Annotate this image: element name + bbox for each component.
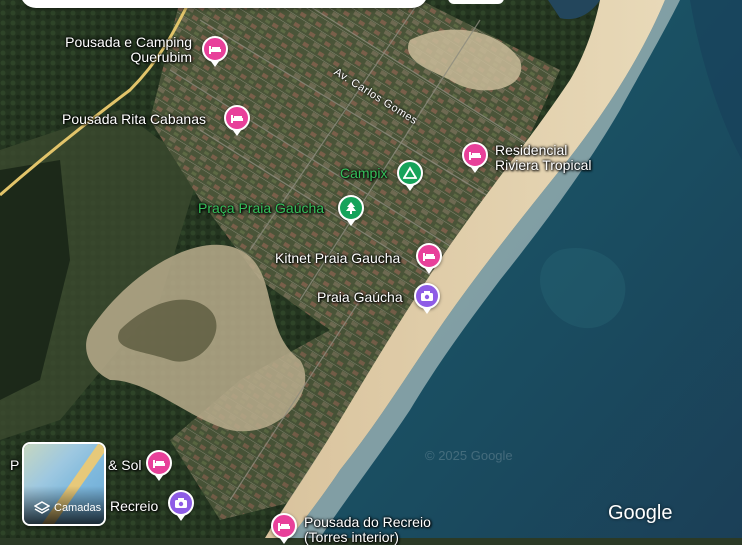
bed-icon xyxy=(469,152,481,160)
place-label-riviera-tropical[interactable]: Residencial Riviera Tropical xyxy=(495,143,591,173)
camera-icon xyxy=(175,498,187,508)
top-chip[interactable] xyxy=(448,0,504,4)
pin-pousada-recreio[interactable] xyxy=(271,513,297,544)
place-label-rita-cabanas[interactable]: Pousada Rita Cabanas xyxy=(62,112,206,127)
bed-icon xyxy=(423,253,435,261)
place-label-sol[interactable]: & Sol xyxy=(108,458,141,473)
pin-rita-cabanas[interactable] xyxy=(224,105,250,136)
layers-label: Camadas xyxy=(54,502,102,514)
layers-button[interactable]: Camadas xyxy=(22,442,106,526)
pin-praca-praia-gaucha[interactable] xyxy=(338,195,364,226)
pin-praia-gaucha[interactable] xyxy=(414,283,440,314)
bed-icon xyxy=(278,523,290,531)
map-watermark: © 2025 Google xyxy=(425,448,513,463)
place-label-recreio[interactable]: Recreio xyxy=(110,499,158,514)
pin-recreio[interactable] xyxy=(168,490,194,521)
pin-campix[interactable] xyxy=(397,160,423,191)
pin-kitnet[interactable] xyxy=(416,243,442,274)
tent-icon xyxy=(403,166,417,179)
camera-icon xyxy=(421,291,433,301)
bed-icon xyxy=(153,460,165,468)
bed-icon xyxy=(209,46,221,54)
bed-icon xyxy=(231,115,243,123)
pin-querubim[interactable] xyxy=(202,36,228,67)
place-label-pousada-recreio[interactable]: Pousada do Recreio (Torres interior) xyxy=(304,515,431,545)
place-label-partial-p[interactable]: P xyxy=(10,458,19,473)
place-label-praia-gaucha[interactable]: Praia Gaúcha xyxy=(317,290,403,305)
pin-sol[interactable] xyxy=(146,450,172,481)
place-label-kitnet[interactable]: Kitnet Praia Gaucha xyxy=(275,251,400,266)
layers-icon xyxy=(34,501,50,514)
pin-riviera-tropical[interactable] xyxy=(462,142,488,173)
place-label-campix[interactable]: Campix xyxy=(340,166,387,181)
place-label-praca-praia-gaucha[interactable]: Praça Praia Gaúcha xyxy=(198,201,324,216)
google-logo: Google xyxy=(608,502,673,524)
search-bar[interactable] xyxy=(20,0,428,8)
tree-icon xyxy=(346,202,356,214)
place-label-querubim[interactable]: Pousada e Camping Querubim xyxy=(40,35,192,65)
